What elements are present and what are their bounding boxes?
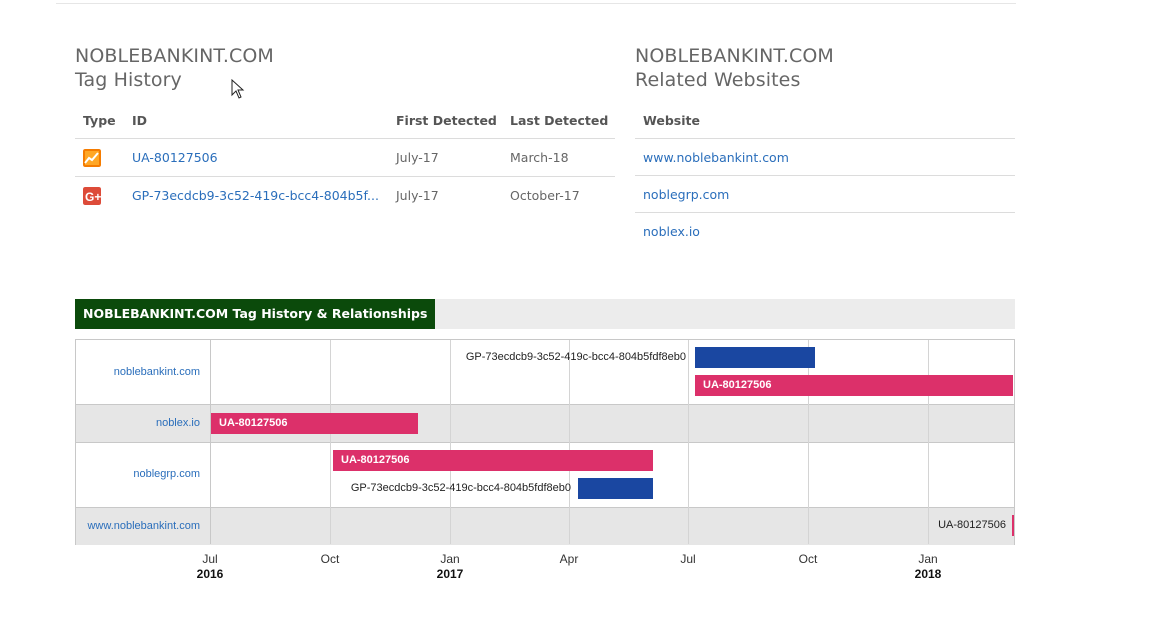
axis-year: 2017 <box>436 567 464 581</box>
header-divider <box>75 138 615 139</box>
timeline-chart: noblebankint.com noblex.io noblegrp.com … <box>75 339 1015 545</box>
axis-tick: Jan 2017 <box>420 552 480 582</box>
timeline-header: NOBLEBANKINT.COM Tag History & Relations… <box>75 299 1015 329</box>
header-website: Website <box>643 113 700 128</box>
related-site-link[interactable]: www.noblebankint.com <box>643 149 789 167</box>
axis-tick: Oct <box>300 552 360 567</box>
google-plus-icon: G+ <box>83 187 101 205</box>
timeline-bar[interactable]: UA-80127506 <box>211 413 418 434</box>
top-divider <box>56 3 1016 4</box>
gridline <box>450 340 451 544</box>
axis-month: Jan <box>918 552 938 566</box>
related-site-link[interactable]: noblegrp.com <box>643 186 729 204</box>
tag-history-domain: NOBLEBANKINT.COM <box>75 45 274 67</box>
header-type: Type <box>83 113 116 128</box>
axis-month: Jan <box>440 552 460 566</box>
gridline <box>210 340 211 544</box>
tag-id-link[interactable]: GP-73ecdcb9-3c52-419c-bcc4-804b5f... <box>132 187 379 205</box>
gridline <box>330 340 331 544</box>
bar-label: UA-80127506 <box>219 417 288 429</box>
related-domain: NOBLEBANKINT.COM <box>635 45 834 67</box>
axis-tick: Apr <box>539 552 599 567</box>
timeline-title: NOBLEBANKINT.COM Tag History & Relations… <box>75 299 436 329</box>
axis-year: 2018 <box>914 567 942 581</box>
bar-label: UA-80127506 <box>938 519 1006 531</box>
axis-month: Jul <box>202 552 218 566</box>
header-divider <box>635 138 1015 139</box>
header-id: ID <box>132 113 148 128</box>
last-detected: October-17 <box>510 188 580 203</box>
axis-month: Oct <box>798 552 818 566</box>
gridline <box>928 340 929 544</box>
axis-tick: Jul <box>658 552 718 567</box>
related-subtitle: Related Websites <box>635 69 801 91</box>
header-last-detected: Last Detected <box>510 113 609 128</box>
timeline-site-label[interactable]: www.noblebankint.com <box>76 520 200 532</box>
timeline-bar[interactable]: UA-80127506 <box>333 450 653 471</box>
axis-tick: Oct <box>778 552 838 567</box>
timeline-bar[interactable] <box>1012 515 1014 536</box>
gridline <box>569 340 570 544</box>
gridline <box>808 340 809 544</box>
header-first-detected: First Detected <box>396 113 497 128</box>
axis-month: Oct <box>320 552 340 566</box>
row-divider <box>75 176 615 177</box>
svg-text:G+: G+ <box>85 190 101 204</box>
timeline-site-label[interactable]: noblex.io <box>76 417 200 429</box>
related-websites-title: NOBLEBANKINT.COM Related Websites <box>635 44 834 92</box>
google-analytics-icon <box>83 149 101 167</box>
first-detected: July-17 <box>396 150 439 165</box>
timeline-bar[interactable]: UA-80127506 <box>695 375 1013 396</box>
axis-year: 2016 <box>196 567 224 581</box>
axis-tick: Jan 2018 <box>898 552 958 582</box>
row-divider <box>635 212 1015 213</box>
bar-label: GP-73ecdcb9-3c52-419c-bcc4-804b5fdf8eb0 <box>465 351 686 363</box>
bar-label: UA-80127506 <box>341 454 410 466</box>
tag-id-link[interactable]: UA-80127506 <box>132 149 218 167</box>
mouse-cursor-icon <box>231 79 245 99</box>
last-detected: March-18 <box>510 150 569 165</box>
related-site-link[interactable]: noblex.io <box>643 223 700 241</box>
row-divider <box>635 175 1015 176</box>
tag-history-table: Type ID First Detected Last Detected UA-… <box>75 112 615 222</box>
axis-month: Apr <box>559 552 579 566</box>
timeline-site-label[interactable]: noblebankint.com <box>76 366 200 378</box>
timeline-site-label[interactable]: noblegrp.com <box>76 468 200 480</box>
bar-label: GP-73ecdcb9-3c52-419c-bcc4-804b5fdf8eb0 <box>350 482 571 494</box>
timeline-bar[interactable] <box>578 478 653 499</box>
bar-label: UA-80127506 <box>703 379 772 391</box>
timeline-bar[interactable] <box>695 347 815 368</box>
first-detected: July-17 <box>396 188 439 203</box>
gridline <box>688 340 689 544</box>
axis-month: Jul <box>680 552 696 566</box>
related-websites-table: Website www.noblebankint.com noblegrp.co… <box>635 112 1015 247</box>
axis-tick: Jul 2016 <box>180 552 240 582</box>
